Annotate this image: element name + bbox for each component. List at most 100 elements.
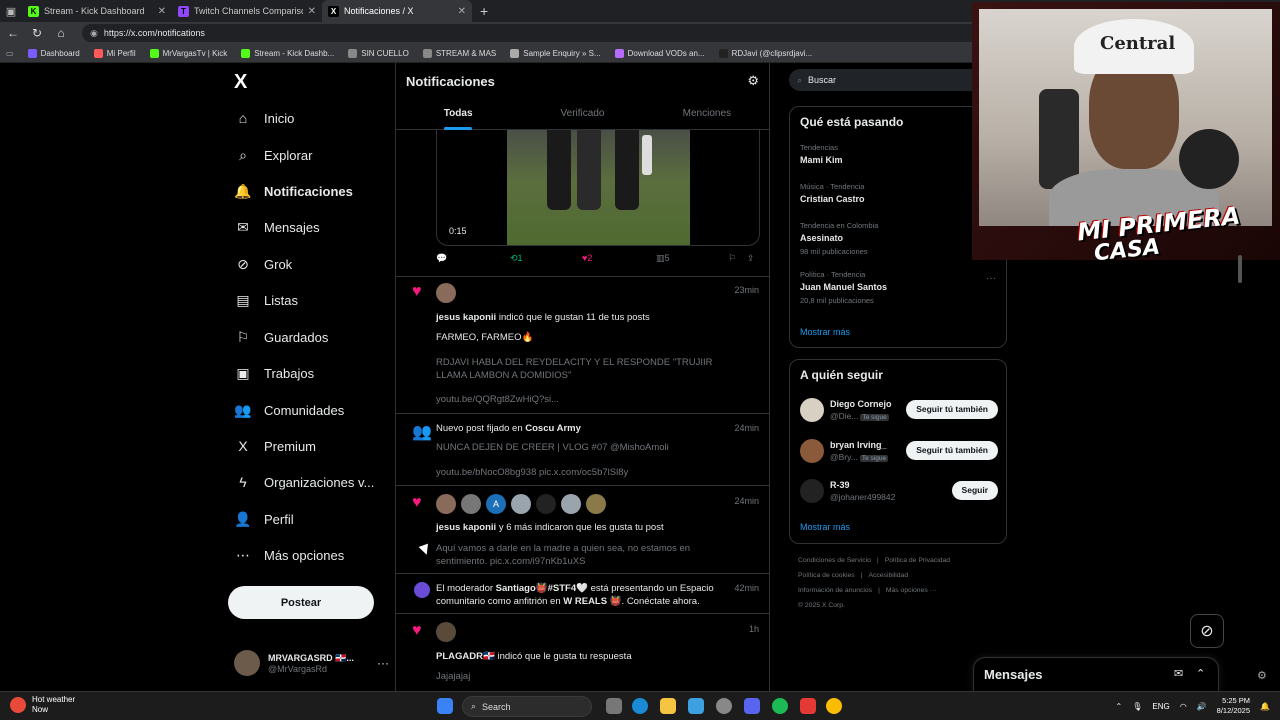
clock[interactable]: 5:25 PM 8/12/2025 <box>1217 696 1250 716</box>
reading-list-icon[interactable]: ▭ <box>6 49 14 58</box>
tab-verificado[interactable]: Verificado <box>520 103 644 130</box>
avatar[interactable] <box>536 494 556 514</box>
gear-icon[interactable]: ⚙ <box>747 73 759 89</box>
footer-link[interactable]: Más opciones ··· <box>886 587 937 594</box>
site-info-icon[interactable]: ◉ <box>90 28 98 39</box>
page-scrollbar[interactable] <box>1238 255 1242 283</box>
follow-button[interactable]: Seguir tú también <box>906 400 998 419</box>
footer-link[interactable]: Condiciones de Servicio <box>798 557 871 564</box>
avatar[interactable] <box>800 439 824 463</box>
reply-icon[interactable]: 💬 <box>436 253 447 264</box>
like-button[interactable]: ♥ 2 <box>582 253 592 263</box>
browser-tab[interactable]: T Twitch Channels Comparison - St ✕ <box>172 0 322 22</box>
avatar[interactable] <box>800 398 824 422</box>
nav-item-guardados[interactable]: ⚐ Guardados <box>234 325 329 349</box>
notification-user[interactable]: Coscu Army <box>525 423 581 434</box>
back-icon[interactable]: ← <box>6 26 20 40</box>
messages-drawer[interactable]: Mensajes ✉ ⌃ <box>973 657 1219 691</box>
wifi-icon[interactable]: ◠ <box>1180 702 1187 711</box>
file-explorer-icon[interactable] <box>660 698 676 714</box>
bookmark-item[interactable]: Download VODs an... <box>614 48 705 58</box>
share-icon[interactable]: ⇪ <box>747 253 755 264</box>
nav-item-mensajes[interactable]: ✉ Mensajes <box>234 215 320 239</box>
bookmark-item[interactable]: SIN CUELLO <box>348 48 409 58</box>
bookmark-item[interactable]: Sample Enquiry » S... <box>510 48 601 58</box>
taskbar-search[interactable]: ⌕ Search <box>462 696 592 717</box>
post-preview-link[interactable]: youtu.be/QQRgt8ZwHiQ?si... <box>436 393 726 406</box>
close-icon[interactable]: ✕ <box>458 6 466 17</box>
avatar[interactable] <box>586 494 606 514</box>
nav-item-organizaciones-v[interactable]: ϟ Organizaciones v... <box>234 470 374 494</box>
settings-gear-icon[interactable]: ⚙ <box>1257 669 1267 682</box>
footer-link[interactable]: Política de Privacidad <box>885 557 950 564</box>
notification-item[interactable]: ♥ 23min jesus kaponii indicó que le gust… <box>396 276 769 413</box>
mic-tray-icon[interactable]: 🎙 <box>1132 702 1142 711</box>
bookmark-item[interactable]: Dashboard <box>27 48 80 58</box>
follow-button[interactable]: Seguir tú también <box>906 441 998 460</box>
copilot-icon[interactable] <box>688 698 704 714</box>
post-preview-link[interactable]: youtu.be/bNocO8bg938 pic.x.com/oc5b7lSl8… <box>436 466 726 479</box>
nav-item-premium[interactable]: X Premium <box>234 434 316 458</box>
video-player[interactable]: 0:15 <box>436 130 760 246</box>
new-message-icon[interactable]: ✉ <box>1174 667 1183 680</box>
windows-start-icon[interactable] <box>437 698 453 714</box>
bookmark-item[interactable]: Mi Perfil <box>93 48 136 58</box>
nav-item-explorar[interactable]: ⌕ Explorar <box>234 143 312 167</box>
settings-app-icon[interactable] <box>716 698 732 714</box>
browser-tab[interactable]: K Stream - Kick Dashboard ✕ <box>22 0 172 22</box>
obs-icon[interactable] <box>800 698 816 714</box>
post-button[interactable]: Postear <box>228 586 374 619</box>
footer-link[interactable]: Información de anuncios <box>798 587 872 594</box>
x-logo-icon[interactable]: X <box>234 71 247 94</box>
browser-tab[interactable]: X Notificaciones / X ✕ <box>322 0 472 22</box>
follow-button[interactable]: Seguir <box>951 481 998 500</box>
retweet-button[interactable]: ⟲ 1 <box>510 253 523 264</box>
more-icon[interactable]: ··· <box>377 656 389 670</box>
tray-chevron-icon[interactable]: ⌃ <box>1116 702 1123 711</box>
bookmark-icon[interactable]: ⚐ <box>728 253 736 264</box>
follow-suggestion[interactable]: R-39 @johaner499842 Seguir <box>800 477 998 505</box>
volume-icon[interactable]: 🔊 <box>1197 702 1207 711</box>
spotify-icon[interactable] <box>772 698 788 714</box>
notification-item[interactable]: 👥 24min Nuevo post fijado en Coscu Army … <box>396 413 769 485</box>
avatar[interactable] <box>461 494 481 514</box>
bookmark-item[interactable]: STREAM & MAS <box>422 48 496 58</box>
notification-item[interactable]: ♥ A 24min jesus kaponii y 6 más indicaro… <box>396 485 769 573</box>
weather-widget[interactable]: Hot weather Now <box>10 695 75 715</box>
tab-todas[interactable]: Todas <box>396 103 520 130</box>
notification-user[interactable]: jesus kaponii <box>436 522 496 533</box>
nav-item-trabajos[interactable]: ▣ Trabajos <box>234 361 314 385</box>
follow-suggestion[interactable]: bryan Irving_ @Bry... Te sigue Seguir tú … <box>800 437 998 465</box>
follow-show-more-link[interactable]: Mostrar más <box>800 522 850 532</box>
address-bar[interactable]: ◉ https://x.com/notifications <box>82 24 982 42</box>
notification-user[interactable]: PLAGADR🇩🇴 <box>436 651 495 662</box>
discord-icon[interactable] <box>744 698 760 714</box>
footer-link[interactable]: © 2025 X Corp. <box>798 602 845 609</box>
follow-suggestion[interactable]: Diego Cornejo @Die... Te sigue Seguir tú … <box>800 396 998 424</box>
avatar[interactable] <box>436 622 456 642</box>
nav-item-grok[interactable]: ⊘ Grok <box>234 252 292 276</box>
bookmark-item[interactable]: Stream - Kick Dashb... <box>241 48 334 58</box>
avatar[interactable] <box>561 494 581 514</box>
avatar[interactable] <box>436 283 456 303</box>
nav-item-inicio[interactable]: ⌂ Inicio <box>234 106 295 130</box>
nav-item-perfil[interactable]: 👤 Perfil <box>234 507 293 531</box>
notification-item[interactable]: 42min El moderador Santiago👹#STF4🤍 está … <box>396 573 769 613</box>
reload-icon[interactable]: ↻ <box>30 26 44 40</box>
space-name[interactable]: W REALS 👹 <box>563 596 621 607</box>
nav-item-listas[interactable]: ▤ Listas <box>234 288 298 312</box>
notification-user[interactable]: jesus kaponii <box>436 312 496 323</box>
search-input[interactable]: ⌕ Buscar <box>789 69 989 91</box>
footer-link[interactable]: Política de cookies <box>798 572 855 579</box>
edge-icon[interactable] <box>632 698 648 714</box>
account-switcher[interactable]: MRVARGASRD 🇩🇴... @MrVargasRd ··· <box>234 648 389 678</box>
nav-item-más-opciones[interactable]: ⋯ Más opciones <box>234 543 344 567</box>
trends-show-more-link[interactable]: Mostrar más <box>800 327 850 337</box>
notification-item[interactable]: ♥ 1h PLAGADR🇩🇴 indicó que le gusta tu re… <box>396 613 769 691</box>
language-indicator[interactable]: ENG <box>1152 702 1169 711</box>
avatar[interactable] <box>436 494 456 514</box>
chrome-icon[interactable] <box>826 698 842 714</box>
tab-menciones[interactable]: Menciones <box>645 103 769 130</box>
more-icon[interactable]: ··· <box>986 273 996 284</box>
close-icon[interactable]: ✕ <box>158 6 166 17</box>
